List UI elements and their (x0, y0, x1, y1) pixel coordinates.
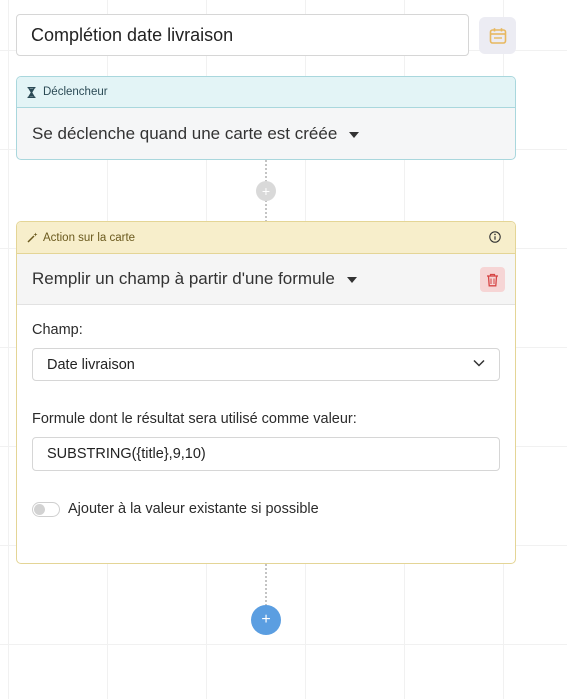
action-header-label: Action sur la carte (43, 231, 136, 244)
hourglass-icon (27, 86, 39, 98)
action-card: Action sur la carte Remplir un champ à p… (16, 221, 516, 564)
calendar-icon (488, 26, 508, 46)
delete-action-button[interactable] (480, 267, 505, 292)
add-step-button[interactable]: + (251, 605, 281, 635)
formula-label: Formule dont le résultat sera utilisé co… (32, 411, 357, 427)
trash-icon (486, 273, 499, 287)
magic-wand-icon (27, 232, 39, 243)
caret-down-icon (349, 132, 360, 138)
action-type-select[interactable]: Remplir un champ à partir d'une formule (17, 254, 515, 305)
plus-icon: + (261, 611, 271, 628)
trigger-type-select[interactable]: Se déclenche quand une carte est créée (17, 108, 515, 159)
chevron-down-icon (473, 359, 485, 367)
field-label: Champ: (32, 322, 83, 338)
connector-line-bottom (265, 564, 267, 606)
automation-name-input[interactable] (16, 14, 469, 56)
caret-down-icon (346, 277, 357, 283)
plus-icon: + (261, 183, 271, 199)
info-icon[interactable] (489, 231, 501, 243)
action-type-label: Remplir un champ à partir d'une formule (32, 269, 335, 288)
trigger-type-label: Se déclenche quand une carte est créée (32, 124, 338, 143)
field-select-value: Date livraison (47, 356, 135, 373)
trigger-header: Déclencheur (17, 77, 515, 108)
toggle-knob (34, 504, 45, 515)
append-toggle[interactable] (32, 502, 60, 517)
trigger-header-label: Déclencheur (43, 86, 108, 98)
field-select[interactable]: Date livraison (32, 348, 500, 381)
insert-step-button[interactable]: + (256, 181, 276, 201)
calendar-button[interactable] (479, 17, 516, 54)
trigger-card: Déclencheur Se déclenche quand une carte… (16, 76, 516, 160)
action-header: Action sur la carte (17, 222, 515, 254)
formula-input[interactable] (32, 437, 500, 471)
append-toggle-label: Ajouter à la valeur existante si possibl… (68, 501, 319, 517)
